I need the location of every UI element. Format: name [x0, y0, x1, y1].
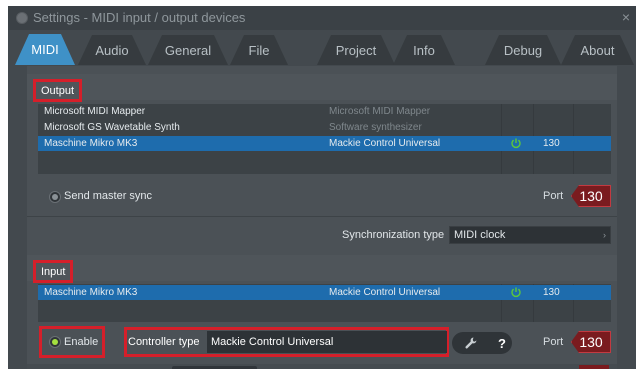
output-device-row[interactable]: Microsoft GS Wavetable Synth Software sy… — [38, 120, 611, 135]
output-port-label: Port — [543, 190, 564, 202]
tab-general[interactable]: General — [148, 35, 228, 65]
enable-toggle[interactable] — [49, 336, 61, 348]
input-port-label: Port — [543, 336, 564, 348]
input-port-selector[interactable]: 130 — [571, 331, 611, 353]
tab-debug[interactable]: Debug — [485, 35, 561, 65]
sync-type-label: Synchronization type — [342, 229, 445, 241]
device-port: 130 — [543, 138, 560, 149]
wrench-icon — [465, 337, 477, 349]
device-name: Maschine Mikro MK3 — [44, 138, 138, 149]
input-device-list: Maschine Mikro MK3 Mackie Control Univer… — [38, 284, 611, 322]
device-port: 130 — [543, 287, 560, 298]
section-divider — [27, 216, 617, 217]
device-controller: Mackie Control Universal — [329, 287, 441, 298]
help-icon[interactable]: ? — [492, 332, 512, 354]
controller-type-label: Controller type — [128, 336, 200, 348]
title-bar: Settings - MIDI input / output devices × — [8, 6, 636, 30]
sync-type-value: MIDI clock — [454, 229, 506, 241]
input-section-header: Input — [27, 255, 617, 283]
send-master-sync-toggle[interactable] — [49, 191, 61, 203]
device-name: Maschine Mikro MK3 — [44, 287, 138, 298]
tab-file[interactable]: File — [230, 35, 288, 65]
output-port-selector[interactable]: 130 — [571, 185, 611, 207]
device-name: Microsoft MIDI Mapper — [44, 106, 146, 117]
next-port-selector — [579, 365, 609, 369]
input-section-label: Input — [33, 260, 74, 283]
power-icon[interactable] — [510, 286, 522, 298]
input-device-row-selected[interactable]: Maschine Mikro MK3 Mackie Control Univer… — [38, 285, 611, 300]
tab-info[interactable]: Info — [393, 35, 455, 65]
settings-window: Settings - MIDI input / output devices ×… — [8, 6, 636, 369]
controller-type-value: Mackie Control Universal — [211, 336, 334, 348]
chevron-right-icon: › — [603, 230, 606, 240]
device-name: Microsoft GS Wavetable Synth — [44, 122, 180, 133]
device-controller: Mackie Control Universal — [329, 138, 441, 149]
power-icon[interactable] — [510, 137, 522, 149]
tab-midi[interactable]: MIDI — [15, 34, 75, 65]
send-master-sync-label: Send master sync — [64, 190, 153, 202]
output-device-row[interactable]: Microsoft MIDI Mapper Microsoft MIDI Map… — [38, 104, 611, 119]
tab-project[interactable]: Project — [317, 35, 395, 65]
output-device-row-selected[interactable]: Maschine Mikro MK3 Mackie Control Univer… — [38, 136, 611, 151]
enable-label: Enable — [64, 336, 99, 348]
output-section-label: Output — [33, 79, 83, 102]
tab-bar: MIDI Audio General File Project Info Deb… — [8, 30, 636, 66]
close-icon[interactable]: × — [622, 9, 630, 25]
tab-about[interactable]: About — [561, 35, 634, 65]
sync-type-dropdown[interactable]: MIDI clock › — [449, 226, 611, 244]
device-controller: Microsoft MIDI Mapper — [329, 106, 431, 117]
fl-studio-logo-icon — [16, 12, 28, 24]
tab-audio[interactable]: Audio — [78, 35, 146, 65]
output-section-header: Output — [27, 74, 617, 102]
device-controller: Software synthesizer — [329, 122, 422, 133]
output-device-list: Microsoft MIDI Mapper Microsoft MIDI Map… — [38, 104, 611, 174]
wrench-button[interactable] — [452, 332, 492, 354]
midi-settings-panel: Output Microsoft MIDI Mapper Microsoft M… — [27, 66, 617, 369]
next-row-strip — [27, 364, 617, 369]
window-title: Settings - MIDI input / output devices — [33, 10, 246, 25]
